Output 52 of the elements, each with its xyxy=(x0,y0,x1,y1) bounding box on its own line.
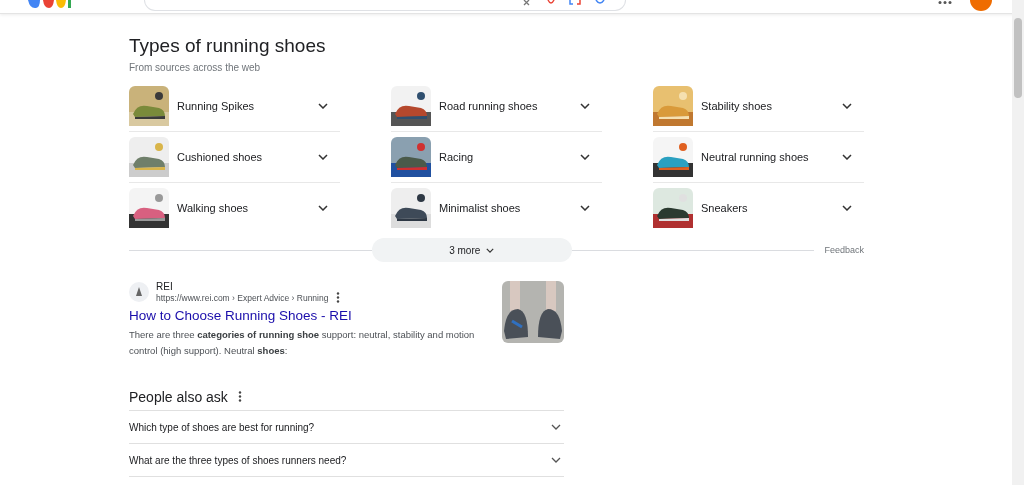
category-item[interactable]: Road running shoes xyxy=(391,81,602,132)
scrollbar[interactable] xyxy=(1012,0,1024,485)
chevron-icon[interactable] xyxy=(842,154,852,160)
category-label: Neutral running shoes xyxy=(701,151,810,163)
result-title-link[interactable]: How to Choose Running Shoes - REI xyxy=(129,308,352,323)
chevron-icon[interactable] xyxy=(318,154,328,160)
category-label: Minimalist shoes xyxy=(439,202,522,214)
category-item[interactable]: Minimalist shoes xyxy=(391,183,602,233)
category-label: Sneakers xyxy=(701,202,749,214)
category-label: Walking shoes xyxy=(177,202,250,214)
camera-icon[interactable] xyxy=(569,0,581,6)
chevron-icon[interactable] xyxy=(580,154,590,160)
chevron-icon[interactable] xyxy=(842,103,852,109)
category-label: Running Spikes xyxy=(177,100,256,112)
chevron-icon[interactable] xyxy=(580,205,590,211)
question-text: What are the three types of shoes runners need? xyxy=(129,454,347,466)
category-item[interactable]: Cushioned shoes xyxy=(129,132,340,183)
section-title: People also ask xyxy=(129,388,228,405)
more-options-icon[interactable] xyxy=(336,292,341,303)
category-item[interactable]: Stability shoes xyxy=(653,81,864,132)
result-url: https://www.rei.com › Expert Advice › Running xyxy=(156,292,329,303)
category-label: Cushioned shoes xyxy=(177,151,263,163)
category-item[interactable]: Racing xyxy=(391,132,602,183)
category-item[interactable]: Walking shoes xyxy=(129,183,340,233)
feedback-link[interactable]: Feedback xyxy=(824,245,864,255)
avatar-icon[interactable] xyxy=(970,0,992,11)
chevron-icon[interactable] xyxy=(580,103,590,109)
category-label: Racing xyxy=(439,151,475,163)
category-item[interactable]: Neutral running shoes xyxy=(653,132,864,183)
result-snippet: There are three categories of running shoe support: neutral, stability and motion control (high support). Neutral shoes: xyxy=(129,328,476,358)
more-button[interactable]: 3 more xyxy=(371,238,572,262)
category-label: Stability shoes xyxy=(701,100,773,112)
apps-icon[interactable] xyxy=(938,0,952,5)
more-options-icon[interactable] xyxy=(237,391,242,402)
category-label: Road running shoes xyxy=(439,100,539,112)
chevron-icon[interactable] xyxy=(318,103,328,109)
question-item[interactable]: What are the three types of shoes runners need? xyxy=(129,444,564,477)
site-favicon-icon xyxy=(129,282,149,302)
chevron-icon[interactable] xyxy=(842,205,852,211)
chevron-icon xyxy=(486,247,495,253)
question-text: Which type of shoes are best for running? xyxy=(129,421,315,433)
category-item[interactable]: Running Spikes xyxy=(129,81,340,132)
chevron-icon xyxy=(551,424,561,430)
category-item[interactable]: Sneakers xyxy=(653,183,864,233)
section-subtitle: From sources across the web xyxy=(129,62,262,73)
question-item[interactable]: Which type of shoes are best for running? xyxy=(129,411,564,444)
chevron-icon xyxy=(551,457,561,463)
search-icon[interactable] xyxy=(595,0,605,6)
chevron-icon[interactable] xyxy=(318,205,328,211)
section-title: Types of running shoes xyxy=(129,35,327,57)
microphone-icon[interactable] xyxy=(547,0,555,6)
site-name: REI xyxy=(156,281,174,292)
